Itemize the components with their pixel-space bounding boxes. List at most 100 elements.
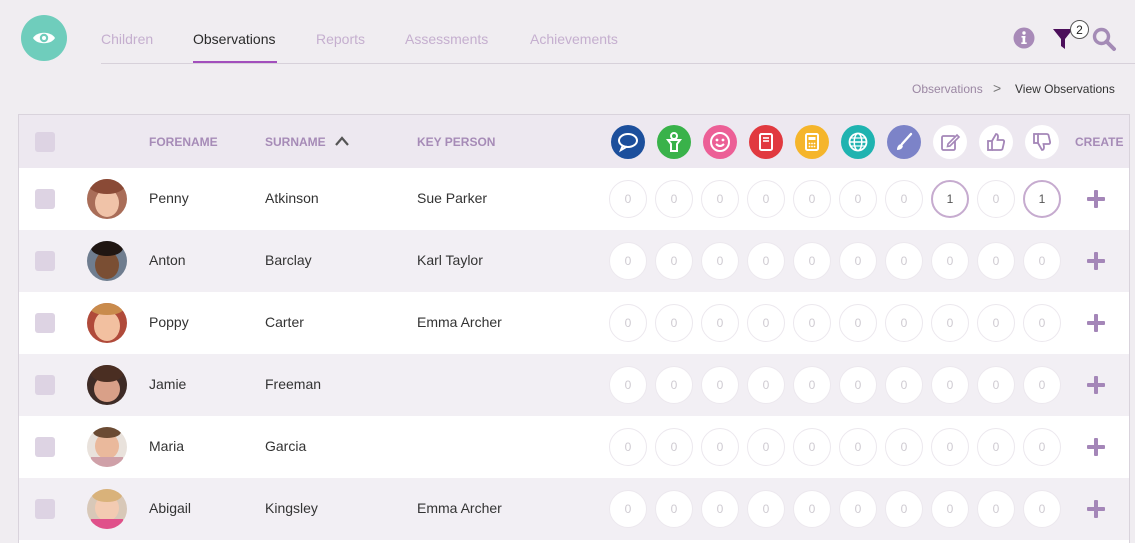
count-maths[interactable]: 0 (793, 428, 831, 466)
count-personal[interactable]: 0 (701, 428, 739, 466)
count-world[interactable]: 0 (839, 490, 877, 528)
count-arts[interactable]: 0 (885, 180, 923, 218)
avatar[interactable] (87, 427, 127, 467)
count-literacy[interactable]: 0 (747, 428, 785, 466)
count-thumbs-down[interactable]: 1 (1023, 180, 1061, 218)
paintbrush-icon[interactable] (887, 125, 921, 159)
row-checkbox[interactable] (35, 375, 55, 395)
tab-assessments[interactable]: Assessments (405, 31, 488, 47)
count-edit[interactable]: 0 (931, 242, 969, 280)
add-observation-icon[interactable] (1087, 438, 1105, 456)
count-personal[interactable]: 0 (701, 242, 739, 280)
count-thumbs-up[interactable]: 0 (977, 304, 1015, 342)
count-thumbs-down[interactable]: 0 (1023, 242, 1061, 280)
key-person-header[interactable]: KEY PERSON (417, 135, 495, 149)
count-maths[interactable]: 0 (793, 180, 831, 218)
search-icon[interactable] (1091, 26, 1117, 52)
count-literacy[interactable]: 0 (747, 366, 785, 404)
speech-bubble-icon[interactable] (611, 125, 645, 159)
count-maths[interactable]: 0 (793, 490, 831, 528)
avatar[interactable] (87, 489, 127, 529)
count-edit[interactable]: 0 (931, 304, 969, 342)
count-arts[interactable]: 0 (885, 366, 923, 404)
count-edit[interactable]: 0 (931, 366, 969, 404)
row-checkbox[interactable] (35, 313, 55, 333)
count-world[interactable]: 0 (839, 180, 877, 218)
count-physical[interactable]: 0 (655, 242, 693, 280)
forename-header[interactable]: FORENAME (149, 135, 218, 149)
count-thumbs-down[interactable]: 0 (1023, 428, 1061, 466)
thumbs-up-icon[interactable] (979, 125, 1013, 159)
avatar[interactable] (87, 303, 127, 343)
avatar[interactable] (87, 241, 127, 281)
count-personal[interactable]: 0 (701, 180, 739, 218)
surname-header[interactable]: SURNAME (265, 135, 326, 149)
app-logo[interactable] (21, 15, 67, 61)
count-literacy[interactable]: 0 (747, 242, 785, 280)
tab-reports[interactable]: Reports (316, 31, 365, 47)
globe-icon[interactable] (841, 125, 875, 159)
info-icon[interactable] (1013, 27, 1035, 49)
row-checkbox[interactable] (35, 499, 55, 519)
count-physical[interactable]: 0 (655, 366, 693, 404)
row-checkbox[interactable] (35, 251, 55, 271)
count-communication[interactable]: 0 (609, 490, 647, 528)
row-checkbox[interactable] (35, 437, 55, 457)
count-communication[interactable]: 0 (609, 428, 647, 466)
avatar[interactable] (87, 179, 127, 219)
row-checkbox[interactable] (35, 189, 55, 209)
count-maths[interactable]: 0 (793, 366, 831, 404)
count-thumbs-up[interactable]: 0 (977, 490, 1015, 528)
add-observation-icon[interactable] (1087, 252, 1105, 270)
edit-icon[interactable] (933, 125, 967, 159)
count-thumbs-down[interactable]: 0 (1023, 304, 1061, 342)
tab-children[interactable]: Children (101, 31, 153, 47)
count-thumbs-up[interactable]: 0 (977, 366, 1015, 404)
avatar[interactable] (87, 365, 127, 405)
calculator-icon[interactable] (795, 125, 829, 159)
count-physical[interactable]: 0 (655, 304, 693, 342)
count-communication[interactable]: 0 (609, 366, 647, 404)
count-world[interactable]: 0 (839, 242, 877, 280)
count-thumbs-down[interactable]: 0 (1023, 366, 1061, 404)
count-literacy[interactable]: 0 (747, 180, 785, 218)
count-physical[interactable]: 0 (655, 180, 693, 218)
count-arts[interactable]: 0 (885, 304, 923, 342)
tab-achievements[interactable]: Achievements (530, 31, 618, 47)
count-thumbs-up[interactable]: 0 (977, 180, 1015, 218)
count-maths[interactable]: 0 (793, 304, 831, 342)
add-observation-icon[interactable] (1087, 376, 1105, 394)
count-edit[interactable]: 0 (931, 490, 969, 528)
count-arts[interactable]: 0 (885, 242, 923, 280)
count-thumbs-up[interactable]: 0 (977, 242, 1015, 280)
smiley-icon[interactable] (703, 125, 737, 159)
count-world[interactable]: 0 (839, 304, 877, 342)
count-thumbs-up[interactable]: 0 (977, 428, 1015, 466)
thumbs-down-icon[interactable] (1025, 125, 1059, 159)
sort-ascending-icon[interactable] (334, 135, 350, 147)
person-icon[interactable] (657, 125, 691, 159)
breadcrumb-parent[interactable]: Observations (912, 82, 983, 96)
count-literacy[interactable]: 0 (747, 490, 785, 528)
book-icon[interactable] (749, 125, 783, 159)
count-edit[interactable]: 1 (931, 180, 969, 218)
count-communication[interactable]: 0 (609, 180, 647, 218)
count-arts[interactable]: 0 (885, 428, 923, 466)
count-communication[interactable]: 0 (609, 242, 647, 280)
count-thumbs-down[interactable]: 0 (1023, 490, 1061, 528)
count-personal[interactable]: 0 (701, 366, 739, 404)
count-edit[interactable]: 0 (931, 428, 969, 466)
select-all-checkbox[interactable] (35, 132, 55, 152)
add-observation-icon[interactable] (1087, 190, 1105, 208)
count-physical[interactable]: 0 (655, 490, 693, 528)
count-world[interactable]: 0 (839, 428, 877, 466)
add-observation-icon[interactable] (1087, 314, 1105, 332)
count-physical[interactable]: 0 (655, 428, 693, 466)
count-world[interactable]: 0 (839, 366, 877, 404)
count-personal[interactable]: 0 (701, 490, 739, 528)
count-literacy[interactable]: 0 (747, 304, 785, 342)
count-arts[interactable]: 0 (885, 490, 923, 528)
count-maths[interactable]: 0 (793, 242, 831, 280)
add-observation-icon[interactable] (1087, 500, 1105, 518)
tab-observations[interactable]: Observations (193, 31, 275, 47)
